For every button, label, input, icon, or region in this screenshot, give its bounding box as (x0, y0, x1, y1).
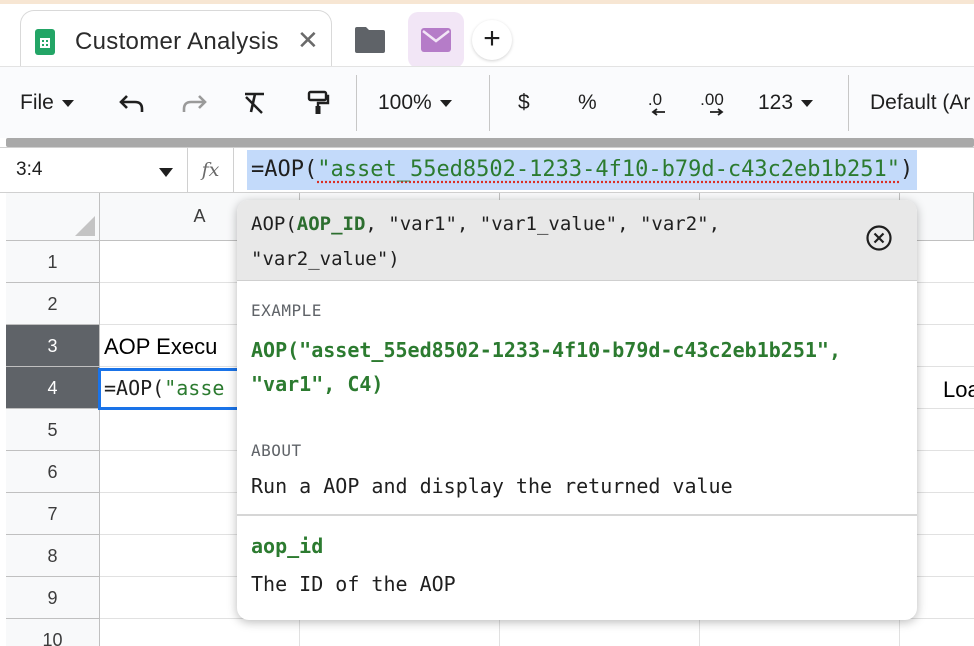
redo-icon[interactable] (180, 67, 208, 139)
function-help-popup: AOP(AOP_ID, "var1", "var1_value", "var2"… (237, 200, 917, 620)
file-menu-label: File (20, 91, 54, 114)
row-header-4[interactable]: 4 (6, 367, 100, 409)
clear-formatting-icon[interactable] (242, 67, 268, 139)
decrease-decimal-button[interactable]: .0 (643, 67, 667, 139)
cell-e4[interactable]: Loa (943, 377, 974, 403)
cell-a4-prefix: =AOP( (104, 376, 165, 400)
example-label: EXAMPLE (251, 301, 322, 320)
toolbar-divider (489, 75, 490, 131)
increase-decimal-button[interactable]: .00 (700, 67, 724, 139)
undo-icon[interactable] (118, 67, 146, 139)
file-menu[interactable]: File (20, 67, 74, 139)
toolbar: File 100% $ % .0 .00 123 Default (Ar (0, 66, 974, 138)
row-header-1[interactable]: 1 (6, 241, 100, 283)
row-header-10[interactable]: 10 (6, 619, 100, 646)
increase-decimal-label: .00 (700, 90, 724, 109)
percent-format-button[interactable]: % (578, 67, 597, 139)
function-about: Run a AOP and display the returned value (251, 474, 733, 498)
google-sheets-icon (35, 29, 55, 55)
row-header-6[interactable]: 6 (6, 451, 100, 493)
formula-suffix: ) (900, 157, 914, 182)
function-signature-header: AOP(AOP_ID, "var1", "var1_value", "var2"… (237, 200, 917, 281)
close-circle-icon[interactable] (865, 224, 893, 252)
cell-a3[interactable]: AOP Execu (104, 334, 217, 360)
chevron-down-icon (61, 99, 74, 107)
name-box-value: 3:4 (16, 159, 43, 180)
mail-icon[interactable] (408, 12, 464, 68)
number-format-label: 123 (758, 91, 794, 114)
row-header-2[interactable]: 2 (6, 283, 100, 325)
currency-label: $ (518, 91, 530, 114)
folder-icon[interactable] (350, 18, 390, 62)
select-all-corner[interactable] (6, 193, 100, 241)
chevron-down-icon (159, 168, 173, 177)
about-label: ABOUT (251, 441, 302, 460)
percent-label: % (578, 91, 597, 114)
toolbar-divider (356, 75, 357, 131)
number-format-select[interactable]: 123 (758, 67, 814, 139)
font-label: Default (Ar (870, 91, 971, 114)
argument-name: aop_id (251, 534, 324, 558)
formula-input[interactable]: =AOP("asset_55ed8502-1233-4f10-b79d-c43c… (247, 150, 918, 190)
zoom-value: 100% (378, 91, 432, 114)
toolbar-scrollbar[interactable] (6, 138, 974, 147)
popup-divider (237, 514, 917, 516)
row-header-8[interactable]: 8 (6, 535, 100, 577)
row-header-5[interactable]: 5 (6, 409, 100, 451)
row-header-9[interactable]: 9 (6, 577, 100, 619)
zoom-select[interactable]: 100% (378, 67, 452, 139)
name-box[interactable]: 3:4 (6, 148, 188, 193)
cell-a4-string: "asse (164, 376, 225, 400)
row-header-3[interactable]: 3 (6, 325, 100, 367)
function-example: AOP("asset_55ed8502-1233-4f10-b79d-c43c2… (251, 338, 842, 396)
tab-customer-analysis[interactable]: Customer Analysis ✕ (20, 10, 332, 66)
fx-label: fx (188, 148, 234, 193)
cell-a4-editor[interactable]: =AOP("asse (98, 368, 248, 410)
chevron-down-icon (801, 99, 814, 107)
currency-format-button[interactable]: $ (518, 67, 530, 139)
browser-tab-strip: Customer Analysis ✕ + (0, 0, 974, 68)
formula-bar: 3:4 fx =AOP("asset_55ed8502-1233-4f10-b7… (0, 147, 974, 193)
signature-name: AOP( (251, 213, 297, 235)
signature-param: AOP_ID (296, 213, 366, 235)
decrease-decimal-label: .0 (647, 90, 663, 109)
argument-description: The ID of the AOP (251, 572, 456, 596)
function-signature: AOP(AOP_ID, "var1", "var1_value", "var2"… (251, 207, 841, 277)
tab-close-icon[interactable]: ✕ (297, 25, 319, 56)
tab-title: Customer Analysis (75, 28, 279, 55)
font-select[interactable]: Default (Ar (870, 67, 970, 139)
new-tab-button[interactable]: + (472, 20, 512, 60)
formula-prefix: =AOP( (251, 157, 318, 182)
chevron-down-icon (439, 99, 452, 107)
toolbar-divider (848, 75, 849, 131)
formula-string-arg: "asset_55ed8502-1233-4f10-b79d-c43c2eb1b… (317, 157, 901, 182)
paint-format-icon[interactable] (306, 67, 330, 139)
row-header-7[interactable]: 7 (6, 493, 100, 535)
